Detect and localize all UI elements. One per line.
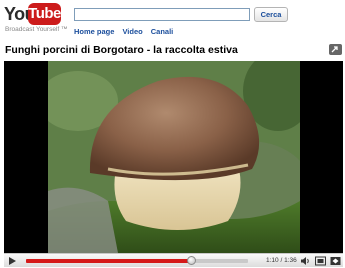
video-player[interactable] xyxy=(4,61,343,253)
nav-video[interactable]: Video xyxy=(122,27,142,36)
play-icon[interactable] xyxy=(7,256,17,266)
player-controls: 1:10 / 1:36 xyxy=(4,253,343,267)
porcini-mushroom-image xyxy=(48,61,300,253)
nav-channels[interactable]: Canali xyxy=(151,27,174,36)
logo-tagline: Broadcast Yourself ™ xyxy=(5,26,68,33)
progress-played xyxy=(26,259,191,263)
top-nav: Home page Video Canali xyxy=(74,27,173,36)
share-icon xyxy=(331,46,338,53)
progress-bar[interactable] xyxy=(26,256,248,265)
search-button[interactable]: Cerca xyxy=(254,7,288,22)
video-frame-image xyxy=(48,61,300,253)
search-input[interactable] xyxy=(74,8,250,21)
logo-tube-text: Tube xyxy=(28,3,61,25)
youtube-logo[interactable]: You Tube Broadcast Yourself ™ xyxy=(4,3,68,35)
fullscreen-icon[interactable] xyxy=(330,256,341,266)
time-display: 1:10 / 1:36 xyxy=(266,257,297,264)
size-toggle-icon[interactable] xyxy=(315,256,326,266)
progress-scrubber[interactable] xyxy=(186,256,196,265)
video-title: Funghi porcini di Borgotaro - la raccolt… xyxy=(5,44,238,56)
volume-icon[interactable] xyxy=(300,256,310,266)
nav-home[interactable]: Home page xyxy=(74,27,114,36)
share-button[interactable] xyxy=(329,44,342,55)
